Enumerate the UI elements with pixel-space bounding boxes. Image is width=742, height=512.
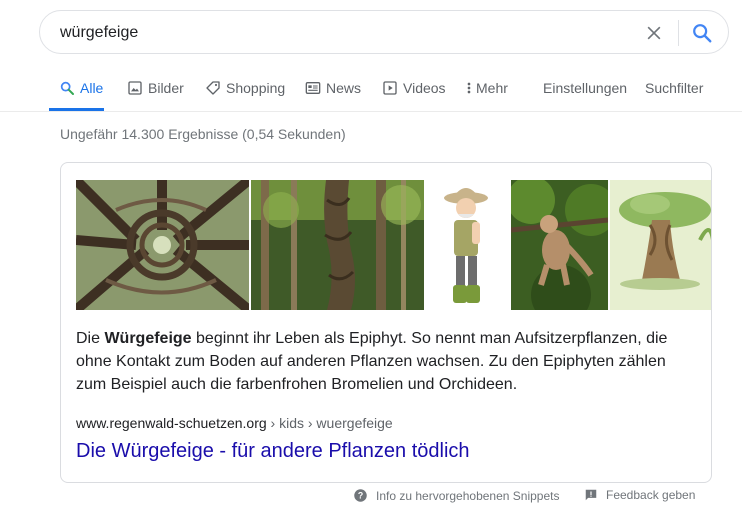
tab-label: Alle: [80, 80, 104, 96]
feedback-label: Feedback geben: [606, 488, 696, 502]
newspaper-icon: [305, 82, 321, 94]
tab-alle[interactable]: Alle: [59, 78, 103, 112]
tab-label: News: [326, 80, 362, 96]
thumbnail-image[interactable]: [610, 180, 711, 310]
snippet-keyword: Würgefeige: [104, 330, 192, 347]
result-stats: Ungefähr 14.300 Ergebnisse (0,54 Sekunde…: [60, 126, 346, 142]
clear-icon[interactable]: [644, 23, 664, 43]
tab-mehr[interactable]: Mehr: [465, 78, 508, 112]
search-divider: [678, 20, 679, 46]
thumbnail-image[interactable]: [511, 180, 608, 310]
svg-text:?: ?: [358, 491, 363, 501]
tab-bilder[interactable]: Bilder: [127, 78, 184, 112]
search-icon[interactable]: [691, 22, 713, 44]
image-icon: [128, 81, 142, 95]
help-icon: ?: [354, 489, 367, 502]
more-vert-icon: [467, 82, 471, 94]
feedback-link[interactable]: Feedback geben: [584, 488, 695, 502]
search-icon: [60, 81, 74, 95]
result-path: › kids › wuergefeige: [266, 415, 393, 431]
tab-shopping[interactable]: Shopping: [205, 78, 285, 112]
thumbnail-image[interactable]: [426, 180, 508, 310]
thumbnail-image[interactable]: [76, 180, 249, 310]
snippet-text-part: Die: [76, 330, 105, 347]
snippet-info-label: Info zu hervorgehobenen Snippets: [376, 488, 560, 503]
tab-news[interactable]: News: [305, 78, 361, 112]
play-icon: [383, 81, 397, 95]
tab-label: Einstellungen: [543, 80, 628, 96]
tab-label: Mehr: [476, 80, 508, 96]
snippet-info-link[interactable]: ? Info zu hervorgehobenen Snippets: [353, 488, 559, 503]
tab-label: Videos: [403, 80, 446, 96]
result-host: www.regenwald-schuetzen.org: [76, 415, 267, 431]
tabs-divider: [0, 111, 742, 112]
result-url: www.regenwald-schuetzen.org › kids › wue…: [76, 415, 393, 431]
tab-label: Suchfilter: [645, 80, 704, 96]
feedback-icon: [585, 489, 597, 501]
thumbnail-image[interactable]: [251, 180, 424, 310]
tab-label: Shopping: [226, 80, 286, 96]
tab-einstellungen[interactable]: Einstellungen: [543, 78, 627, 112]
tab-label: Bilder: [148, 80, 184, 96]
tag-icon: [206, 81, 220, 95]
snippet-footer: ? Info zu hervorgehobenen Snippets Feedb…: [0, 488, 742, 506]
search-tabs: Alle Bilder Shopping News Videos Mehr Ei…: [49, 78, 742, 112]
search-input[interactable]: [60, 22, 620, 44]
result-title-link[interactable]: Die Würgefeige - für andere Pflanzen töd…: [76, 440, 470, 463]
image-strip: [76, 180, 711, 310]
snippet-text: Die Würgefeige beginnt ihr Leben als Epi…: [76, 327, 696, 396]
search-box[interactable]: [39, 10, 729, 54]
featured-snippet-card: Die Würgefeige beginnt ihr Leben als Epi…: [60, 162, 712, 483]
tab-suchfilter[interactable]: Suchfilter: [645, 78, 703, 112]
tab-videos[interactable]: Videos: [382, 78, 446, 112]
